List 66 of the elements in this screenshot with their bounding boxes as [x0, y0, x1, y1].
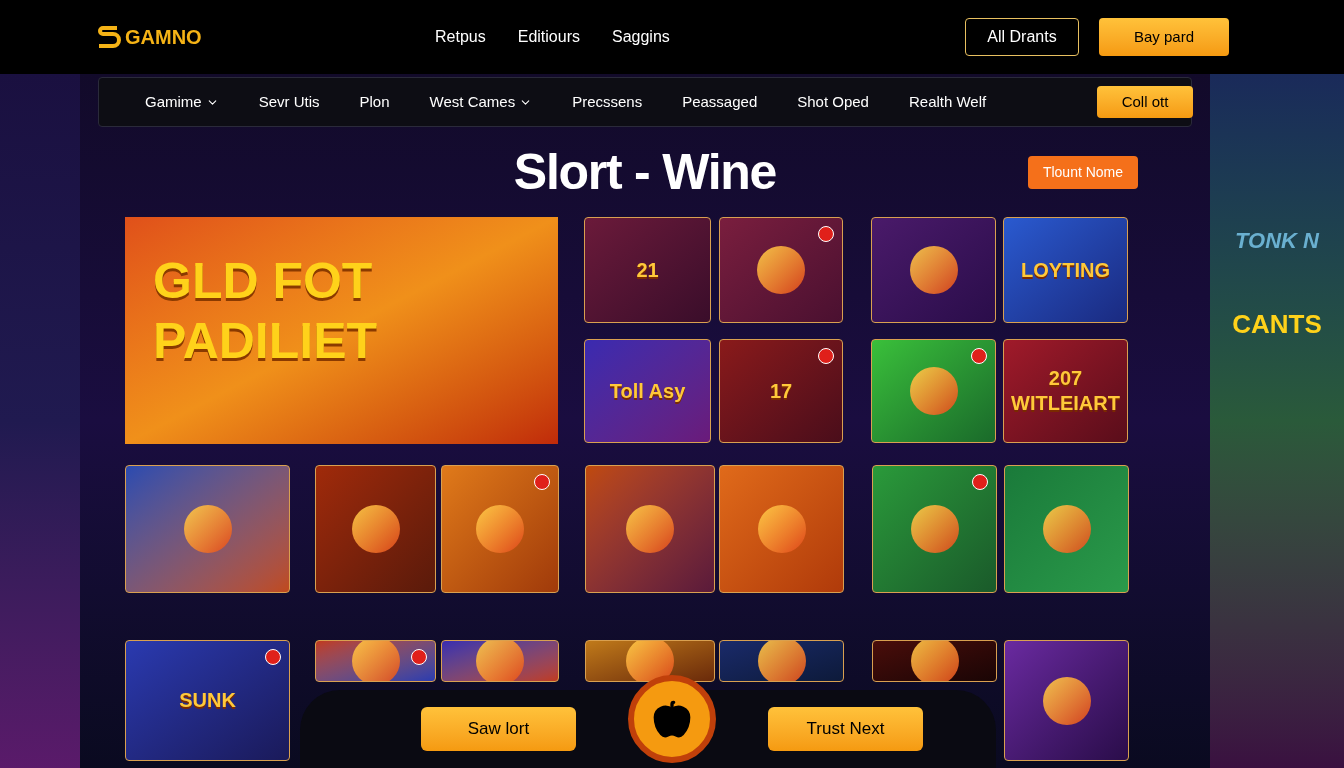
tile-title: 17 — [768, 378, 794, 404]
banner-text: GLD FOT — [153, 251, 374, 311]
game-artwork-icon — [476, 505, 524, 553]
tile-title: SUNK — [178, 688, 237, 713]
logo-text: GAMNO — [125, 25, 202, 50]
game-artwork-icon — [183, 505, 232, 553]
game-tile[interactable] — [441, 640, 559, 682]
game-artwork-icon — [476, 641, 524, 681]
nav-item[interactable]: Peassaged — [682, 90, 758, 114]
footer-button[interactable]: Saw lort — [421, 707, 576, 751]
game-artwork-icon — [757, 246, 805, 294]
game-tile[interactable] — [872, 465, 997, 593]
tile-title: Toll Asy — [608, 378, 687, 404]
header-link[interactable]: Saggins — [611, 25, 670, 49]
tile-title: LOYTING — [1020, 257, 1111, 283]
banner-text: PADILIET — [153, 311, 379, 371]
outline-button[interactable]: All Drants — [965, 18, 1079, 56]
game-tile[interactable]: Toll Asy — [584, 339, 711, 443]
game-artwork-icon — [1042, 505, 1091, 553]
tile-title: 207 WITLEIART — [1010, 366, 1121, 416]
game-tile[interactable] — [315, 465, 436, 593]
game-artwork-icon — [757, 505, 806, 553]
nav-item[interactable]: Plon — [359, 90, 390, 114]
primary-button[interactable]: Bay pard — [1099, 18, 1229, 56]
game-tile[interactable] — [125, 465, 290, 593]
game-artwork-icon — [626, 641, 674, 681]
game-tile[interactable]: 17 — [719, 339, 843, 443]
nav-item[interactable]: Shot Oped — [797, 90, 869, 114]
page-title: Slort - Wine — [513, 142, 777, 202]
game-tile[interactable] — [441, 465, 559, 593]
footer-button[interactable]: Trust Next — [768, 707, 923, 751]
game-artwork-icon — [351, 641, 400, 681]
game-artwork-icon — [626, 505, 674, 553]
game-tile[interactable]: SUNK — [125, 640, 290, 761]
apple-icon — [652, 699, 692, 739]
game-tile[interactable] — [719, 217, 843, 323]
game-artwork-icon — [909, 246, 958, 294]
nav-item[interactable]: Precssens — [572, 90, 643, 114]
game-tile[interactable] — [871, 217, 996, 323]
nav-item[interactable]: Gamime — [145, 90, 219, 114]
game-tile[interactable] — [872, 640, 997, 682]
game-tile[interactable] — [1004, 465, 1129, 593]
game-tile[interactable] — [585, 465, 715, 593]
game-artwork-icon — [351, 505, 400, 553]
game-artwork-icon — [909, 367, 958, 415]
nav-item[interactable]: Sevr Utis — [258, 90, 320, 114]
game-tile[interactable] — [719, 465, 844, 593]
header-link[interactable]: Editiours — [517, 25, 580, 49]
game-artwork-icon — [910, 641, 959, 681]
game-artwork-icon — [757, 641, 806, 681]
game-tile[interactable]: LOYTING — [1003, 217, 1128, 323]
game-tile[interactable] — [585, 640, 715, 682]
nav-item[interactable]: Realth Welf — [908, 90, 987, 114]
game-tile[interactable]: 207 WITLEIART — [1003, 339, 1128, 443]
nav-button[interactable]: Coll ott — [1097, 86, 1193, 118]
side-heading: TONK N — [1235, 227, 1319, 255]
game-tile[interactable] — [1004, 640, 1129, 761]
game-tile[interactable] — [871, 339, 996, 443]
game-tile[interactable]: 21 — [584, 217, 711, 323]
nav-item[interactable]: West Cames — [429, 90, 533, 114]
game-tile[interactable] — [315, 640, 436, 682]
game-artwork-icon — [910, 505, 959, 553]
game-tile[interactable] — [719, 640, 844, 682]
side-sign: CANTS — [1232, 308, 1322, 341]
header-link[interactable]: Retpus — [435, 25, 486, 49]
tile-title: 21 — [635, 257, 660, 283]
